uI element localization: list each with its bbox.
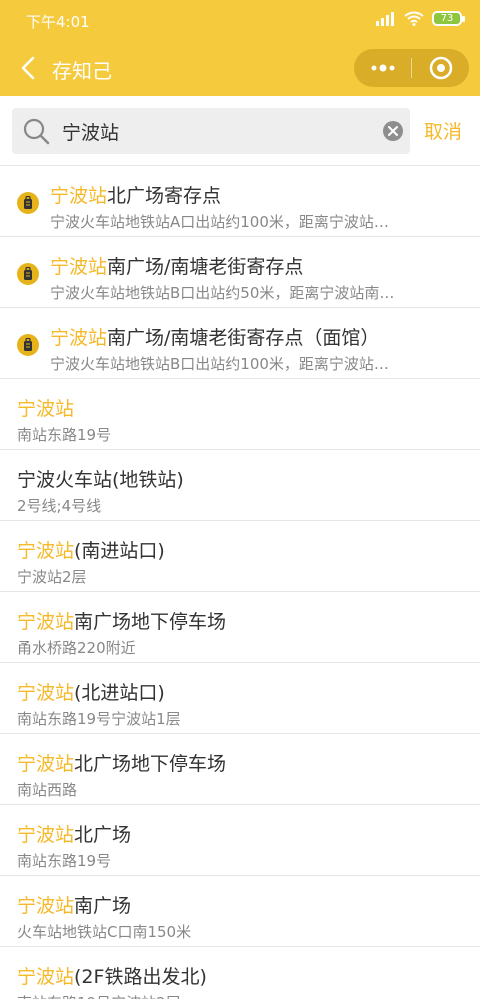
search-input[interactable] xyxy=(62,116,372,146)
chevron-left-icon xyxy=(21,56,35,80)
result-title: 宁波站 xyxy=(17,394,74,421)
target-circle-icon xyxy=(429,56,452,80)
status-bar: 下午4:01 73 xyxy=(0,0,480,40)
result-subtitle: 甬水桥路220附近 xyxy=(17,639,136,657)
result-title: 宁波站南广场/南塘老街寄存点 xyxy=(50,252,303,279)
search-box xyxy=(12,108,410,154)
more-dots-icon xyxy=(371,64,394,72)
result-subtitle: 南站东路19号 xyxy=(17,852,112,870)
result-title-text: 北广场 xyxy=(74,824,132,846)
result-title-text: 北广场地下停车场 xyxy=(74,753,227,775)
result-title-text: 南广场/南塘老街寄存点（面馆） xyxy=(107,327,380,349)
result-subtitle: 宁波站2层 xyxy=(17,568,87,586)
more-button[interactable] xyxy=(354,49,411,87)
result-title-text: (2F铁路出发北) xyxy=(74,966,207,988)
result-title: 宁波站(南进站口) xyxy=(17,536,165,563)
close-mini-program-button[interactable] xyxy=(412,49,469,87)
result-title-highlight: 宁波站 xyxy=(17,824,75,846)
back-button[interactable] xyxy=(14,54,42,82)
result-item[interactable]: 宁波站(北进站口) 南站东路19号宁波站1层 xyxy=(0,663,480,734)
result-title-highlight: 宁波站 xyxy=(17,895,75,917)
result-item[interactable]: 宁波站南站东路19号 xyxy=(0,379,480,450)
result-subtitle: 南站东路19号宁波站1层 xyxy=(17,710,181,728)
search-row: 取消 xyxy=(0,96,480,166)
result-title-text: 南广场地下停车场 xyxy=(74,611,227,633)
result-title-text: (南进站口) xyxy=(74,540,165,562)
result-title: 宁波站南广场 xyxy=(17,891,131,918)
result-title: 宁波站北广场 xyxy=(17,820,131,847)
result-title-highlight: 宁波站 xyxy=(50,185,108,207)
result-item[interactable]: 宁波站南广场地下停车场甬水桥路220附近 xyxy=(0,592,480,663)
result-title-text: 北广场寄存点 xyxy=(107,185,222,207)
page-title: 存知己 xyxy=(52,59,112,83)
result-subtitle: 南站东路19号宁波站2层 xyxy=(17,992,470,999)
result-title-highlight: 宁波站 xyxy=(17,682,75,704)
result-title-highlight: 宁波站 xyxy=(17,753,75,775)
luggage-icon xyxy=(17,263,39,285)
result-subtitle: 宁波火车站地铁站B口出站约100米，距离宁波站… xyxy=(50,355,389,373)
result-title: 宁波站(2F铁路出发北) xyxy=(17,962,207,989)
result-item[interactable]: 宁波站(南进站口) 宁波站2层 xyxy=(0,521,480,592)
result-subtitle: 南站东路19号 xyxy=(17,426,112,444)
result-subtitle: 火车站地铁站C口南150米 xyxy=(17,923,192,941)
result-title-highlight: 宁波站 xyxy=(17,611,75,633)
result-title: 宁波站南广场/南塘老街寄存点（面馆） xyxy=(50,323,379,350)
result-title-highlight: 宁波站 xyxy=(17,398,75,420)
result-title-text: (北进站口) xyxy=(74,682,165,704)
result-item[interactable]: 宁波站南广场/南塘老街寄存点（面馆） 宁波火车站地铁站B口出站约100米，距离宁波… xyxy=(0,308,480,379)
result-title-highlight: 宁波站 xyxy=(50,256,108,278)
result-title-text: 宁波火车站(地铁站) xyxy=(17,469,184,491)
result-item[interactable]: 宁波站南广场火车站地铁站C口南150米 xyxy=(0,876,480,947)
signal-icon xyxy=(376,11,394,26)
result-item[interactable]: 宁波火车站(地铁站) 2号线;4号线 xyxy=(0,450,480,521)
result-item[interactable]: 宁波站南广场/南塘老街寄存点宁波火车站地铁站B口出站约50米，距离宁波站南… xyxy=(0,237,480,308)
result-title: 宁波站北广场地下停车场 xyxy=(17,749,226,776)
result-title: 宁波站南广场地下停车场 xyxy=(17,607,226,634)
luggage-icon xyxy=(17,334,39,356)
luggage-icon xyxy=(17,192,39,214)
status-time: 下午4:01 xyxy=(26,13,90,31)
result-title-highlight: 宁波站 xyxy=(17,966,75,988)
result-title-highlight: 宁波站 xyxy=(17,540,75,562)
result-subtitle: 南站西路 xyxy=(17,781,78,799)
search-result-list: 宁波站北广场寄存点 宁波火车站地铁站A口出站约100米，距离宁波站… 宁波站南广场/… xyxy=(0,166,480,999)
result-item[interactable]: 宁波站北广场南站东路19号 xyxy=(0,805,480,876)
result-item[interactable]: 宁波站北广场寄存点宁波火车站地铁站A口出站约100米，距离宁波站… xyxy=(0,166,480,237)
search-icon xyxy=(23,118,50,145)
clear-search-icon[interactable] xyxy=(382,120,404,142)
result-subtitle: 2号线;4号线 xyxy=(17,497,102,515)
result-item[interactable]: 宁波站(2F铁路出发北) 南站东路19号宁波站2层 xyxy=(0,947,480,999)
result-subtitle: 宁波火车站地铁站B口出站约50米，距离宁波站南… xyxy=(50,284,395,302)
battery-icon: 73 xyxy=(432,11,465,26)
status-icons: 73 xyxy=(376,11,465,26)
result-item[interactable]: 宁波站北广场地下停车场南站西路 xyxy=(0,734,480,805)
result-title-highlight: 宁波站 xyxy=(50,327,108,349)
result-title: 宁波站(北进站口) xyxy=(17,678,165,705)
result-title: 宁波站北广场寄存点 xyxy=(50,181,221,208)
mini-program-capsule xyxy=(354,49,469,87)
nav-bar: 存知己 xyxy=(0,40,480,96)
cancel-button[interactable]: 取消 xyxy=(424,117,462,144)
result-subtitle: 宁波火车站地铁站A口出站约100米，距离宁波站… xyxy=(50,213,389,231)
result-title: 宁波火车站(地铁站) xyxy=(17,465,184,492)
result-title-text: 南广场 xyxy=(74,895,132,917)
result-title-text: 南广场/南塘老街寄存点 xyxy=(107,256,304,278)
wifi-icon xyxy=(404,11,424,26)
